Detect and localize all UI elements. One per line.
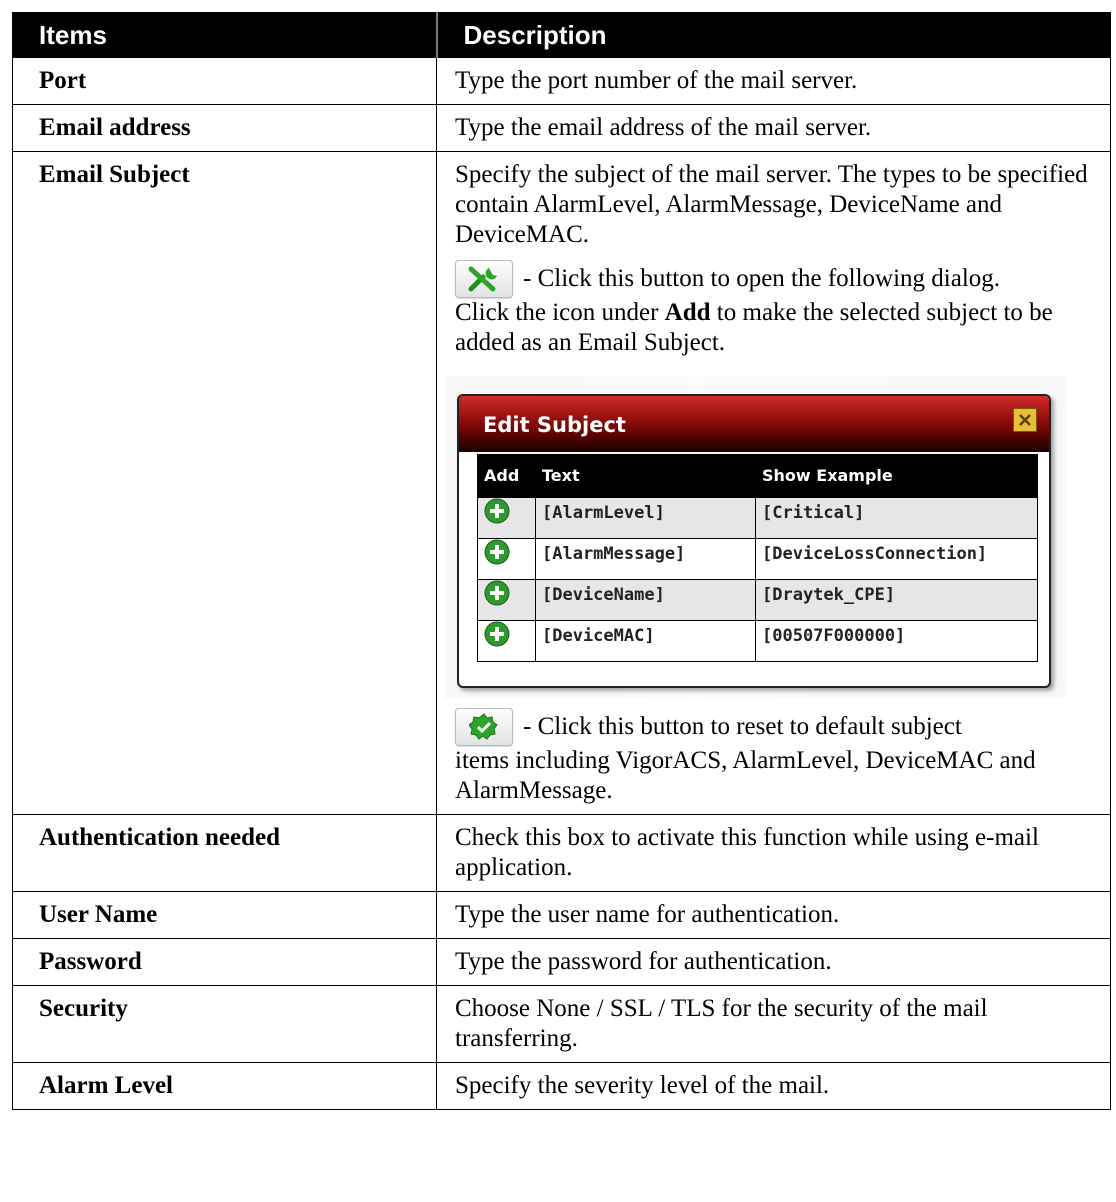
header-description: Description	[436, 12, 1111, 58]
add-cell	[477, 620, 536, 662]
subject-example: [00507F000000]	[755, 620, 1038, 662]
reset-continuation: items including VigorACS, AlarmLevel, De…	[455, 747, 1036, 804]
edit-button-line: - Click this button to open the followin…	[455, 260, 1100, 298]
subject-text: [AlarmMessage]	[535, 538, 756, 580]
subject-text: [DeviceMAC]	[535, 620, 756, 662]
table-row: Email Subject Specify the subject of the…	[12, 151, 1111, 815]
tools-icon	[468, 266, 497, 292]
table-row: User Name Type the user name for authent…	[12, 891, 1111, 939]
subject-text: [AlarmLevel]	[535, 497, 756, 539]
reset-button-text: - Click this button to reset to default …	[523, 713, 962, 740]
item-user-name: User Name	[12, 891, 437, 939]
header-items: Items	[12, 12, 438, 58]
item-email-address: Email address	[12, 104, 437, 152]
item-security: Security	[12, 985, 437, 1063]
desc-port: Type the port number of the mail server.	[436, 57, 1111, 105]
subject-example: [Critical]	[755, 497, 1038, 539]
subject-row: [DeviceMAC] [00507F000000]	[477, 620, 1038, 662]
dialog-title: Edit Subject	[483, 413, 626, 437]
table-row: Alarm Level Specify the severity level o…	[12, 1062, 1111, 1110]
subject-table-header: Add Text Show Example	[477, 454, 1038, 498]
plus-circle-icon[interactable]	[484, 539, 510, 565]
item-port: Port	[12, 57, 437, 105]
edit-subject-dialog: Edit Subject Add Text Show Example [Alar…	[457, 394, 1051, 688]
reset-subject-button[interactable]	[455, 708, 513, 746]
table-row: Authentication needed Check this box to …	[12, 814, 1111, 892]
add-cell	[477, 497, 536, 539]
desc-email-subject: Specify the subject of the mail server. …	[436, 151, 1111, 815]
subject-row: [AlarmLevel] [Critical]	[477, 497, 1038, 539]
table-row: Security Choose None / SSL / TLS for the…	[12, 985, 1111, 1063]
table-header: Items Description	[12, 12, 1111, 58]
dialog-titlebar: Edit Subject	[459, 396, 1049, 452]
reset-button-line: - Click this button to reset to default …	[455, 708, 1100, 746]
plus-circle-icon[interactable]	[484, 498, 510, 524]
desc-email-address: Type the email address of the mail serve…	[436, 104, 1111, 152]
col-text: Text	[535, 454, 756, 498]
subject-table: Add Text Show Example [AlarmLevel] [Crit…	[477, 454, 1038, 662]
add-keyword: Add	[664, 299, 711, 326]
parameter-table: Items Description Port Type the port num…	[12, 12, 1111, 1110]
table-row: Email address Type the email address of …	[12, 104, 1111, 152]
edit-button-text: - Click this button to open the followin…	[523, 265, 1001, 292]
desc-user-name: Type the user name for authentication.	[436, 891, 1111, 939]
table-row: Port Type the port number of the mail se…	[12, 57, 1111, 105]
desc-security: Choose None / SSL / TLS for the security…	[436, 985, 1111, 1063]
subject-example: [Draytek_CPE]	[755, 579, 1038, 621]
close-icon[interactable]	[1013, 408, 1037, 432]
item-authentication: Authentication needed	[12, 814, 437, 892]
email-subject-intro: Specify the subject of the mail server. …	[455, 161, 1088, 248]
item-password: Password	[12, 938, 437, 986]
edit-subject-button[interactable]	[455, 260, 513, 298]
subject-row: [AlarmMessage] [DeviceLossConnection]	[477, 538, 1038, 580]
add-cell	[477, 579, 536, 621]
plus-circle-icon[interactable]	[484, 580, 510, 606]
col-add: Add	[477, 454, 536, 498]
item-email-subject: Email Subject	[12, 151, 437, 815]
col-show-example: Show Example	[755, 454, 1038, 498]
desc-authentication: Check this box to activate this function…	[436, 814, 1111, 892]
click-prefix: Click the icon under	[455, 299, 665, 326]
table-row: Password Type the password for authentic…	[12, 938, 1111, 986]
desc-password: Type the password for authentication.	[436, 938, 1111, 986]
plus-circle-icon[interactable]	[484, 621, 510, 647]
subject-text: [DeviceName]	[535, 579, 756, 621]
edit-subject-dialog-screenshot: Edit Subject Add Text Show Example [Alar…	[445, 376, 1065, 698]
click-add-instruction: Click the icon under Add to make the sel…	[455, 298, 1100, 358]
add-cell	[477, 538, 536, 580]
item-alarm-level: Alarm Level	[12, 1062, 437, 1110]
subject-row: [DeviceName] [Draytek_CPE]	[477, 579, 1038, 621]
gear-check-icon	[469, 713, 498, 740]
subject-example: [DeviceLossConnection]	[755, 538, 1038, 580]
desc-alarm-level: Specify the severity level of the mail.	[436, 1062, 1111, 1110]
